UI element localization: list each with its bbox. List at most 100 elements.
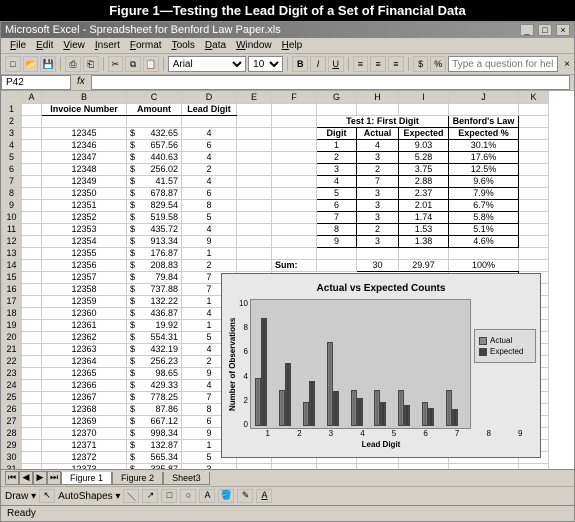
col-header-D[interactable]: D: [182, 92, 237, 104]
menu-insert[interactable]: Insert: [90, 39, 125, 52]
cell-H1[interactable]: [357, 104, 399, 116]
cell-C27[interactable]: 667.12: [127, 416, 182, 428]
fx-icon[interactable]: fx: [71, 75, 91, 90]
print-icon[interactable]: ⎙: [65, 56, 81, 72]
cell-C16[interactable]: 737.88: [127, 284, 182, 296]
cell-D4[interactable]: 6: [182, 140, 237, 152]
cell-B12[interactable]: 12354: [42, 236, 127, 248]
cell-G14[interactable]: [317, 260, 357, 272]
cell-F12[interactable]: [272, 236, 317, 248]
cell-B19[interactable]: 12361: [42, 320, 127, 332]
cell-K1[interactable]: [519, 104, 549, 116]
cell-C11[interactable]: 435.72: [127, 224, 182, 236]
col-header-E[interactable]: E: [237, 92, 272, 104]
cell-A1[interactable]: [22, 104, 42, 116]
cell-E11[interactable]: [237, 224, 272, 236]
cell-B11[interactable]: 12353: [42, 224, 127, 236]
cell-I4[interactable]: 9.03: [399, 140, 449, 152]
cell-D6[interactable]: 2: [182, 164, 237, 176]
cell-H5[interactable]: 3: [357, 152, 399, 164]
cell-A17[interactable]: [22, 296, 42, 308]
rectangle-icon[interactable]: □: [161, 489, 177, 503]
row-header[interactable]: 6: [2, 164, 22, 176]
row-header[interactable]: 9: [2, 200, 22, 212]
cell-H6[interactable]: 2: [357, 164, 399, 176]
cell-C10[interactable]: 519.58: [127, 212, 182, 224]
cell-E1[interactable]: [237, 104, 272, 116]
cell-E10[interactable]: [237, 212, 272, 224]
col-header-B[interactable]: B: [42, 92, 127, 104]
cell-D3[interactable]: 4: [182, 128, 237, 140]
cell-J13[interactable]: [449, 248, 519, 260]
cell-E14[interactable]: [237, 260, 272, 272]
cell-K11[interactable]: [519, 224, 549, 236]
cell-F11[interactable]: [272, 224, 317, 236]
cell-K9[interactable]: [519, 200, 549, 212]
doc-close-icon[interactable]: ×: [564, 59, 570, 70]
cell-J12[interactable]: 4.6%: [449, 236, 519, 248]
cell-K3[interactable]: [519, 128, 549, 140]
col-header-K[interactable]: K: [519, 92, 549, 104]
cell-E8[interactable]: [237, 188, 272, 200]
font-color-icon[interactable]: A: [256, 489, 272, 503]
row-header[interactable]: 11: [2, 224, 22, 236]
cell-G2[interactable]: Test 1: First Digit: [317, 116, 449, 128]
cell-B27[interactable]: 12369: [42, 416, 127, 428]
cell-C19[interactable]: 19.92: [127, 320, 182, 332]
select-arrow-icon[interactable]: ↖: [39, 489, 55, 503]
cut-icon[interactable]: ✂: [108, 56, 124, 72]
col-header-J[interactable]: J: [449, 92, 519, 104]
cell-H11[interactable]: 2: [357, 224, 399, 236]
cell-B17[interactable]: 12359: [42, 296, 127, 308]
cell-F10[interactable]: [272, 212, 317, 224]
cell-D9[interactable]: 8: [182, 200, 237, 212]
cell-B22[interactable]: 12364: [42, 356, 127, 368]
cell-F9[interactable]: [272, 200, 317, 212]
row-header[interactable]: 21: [2, 344, 22, 356]
cell-K14[interactable]: [519, 260, 549, 272]
cell-A24[interactable]: [22, 380, 42, 392]
cell-I1[interactable]: [399, 104, 449, 116]
cell-K5[interactable]: [519, 152, 549, 164]
cell-F13[interactable]: [272, 248, 317, 260]
cell-I12[interactable]: 1.38: [399, 236, 449, 248]
cell-H12[interactable]: 3: [357, 236, 399, 248]
line-color-icon[interactable]: ✎: [237, 489, 253, 503]
cell-E2[interactable]: [237, 116, 272, 128]
menu-file[interactable]: File: [5, 39, 31, 52]
cell-A8[interactable]: [22, 188, 42, 200]
cell-A9[interactable]: [22, 200, 42, 212]
cell-B5[interactable]: 12347: [42, 152, 127, 164]
cell-D5[interactable]: 4: [182, 152, 237, 164]
cell-G5[interactable]: 2: [317, 152, 357, 164]
row-header[interactable]: 20: [2, 332, 22, 344]
align-center-icon[interactable]: ≡: [370, 56, 386, 72]
cell-C2[interactable]: [127, 116, 182, 128]
tab-nav-first-icon[interactable]: ⏮: [5, 471, 19, 485]
row-header[interactable]: 16: [2, 284, 22, 296]
cell-A11[interactable]: [22, 224, 42, 236]
cell-E3[interactable]: [237, 128, 272, 140]
row-header[interactable]: 27: [2, 416, 22, 428]
cell-F3[interactable]: [272, 128, 317, 140]
cell-I31[interactable]: [399, 464, 449, 470]
new-icon[interactable]: □: [5, 56, 21, 72]
cell-J3[interactable]: Expected %: [449, 128, 519, 140]
cell-B26[interactable]: 12368: [42, 404, 127, 416]
cell-K10[interactable]: [519, 212, 549, 224]
cell-H3[interactable]: Actual: [357, 128, 399, 140]
cell-B2[interactable]: [42, 116, 127, 128]
row-header[interactable]: 4: [2, 140, 22, 152]
cell-B28[interactable]: 12370: [42, 428, 127, 440]
cell-B4[interactable]: 12346: [42, 140, 127, 152]
cell-K6[interactable]: [519, 164, 549, 176]
cell-A25[interactable]: [22, 392, 42, 404]
cell-F1[interactable]: [272, 104, 317, 116]
row-header[interactable]: 26: [2, 404, 22, 416]
cell-C23[interactable]: 98.65: [127, 368, 182, 380]
cell-I5[interactable]: 5.28: [399, 152, 449, 164]
menu-format[interactable]: Format: [125, 39, 167, 52]
cell-A30[interactable]: [22, 452, 42, 464]
cell-F31[interactable]: [272, 464, 317, 470]
name-box[interactable]: P42: [1, 75, 71, 90]
